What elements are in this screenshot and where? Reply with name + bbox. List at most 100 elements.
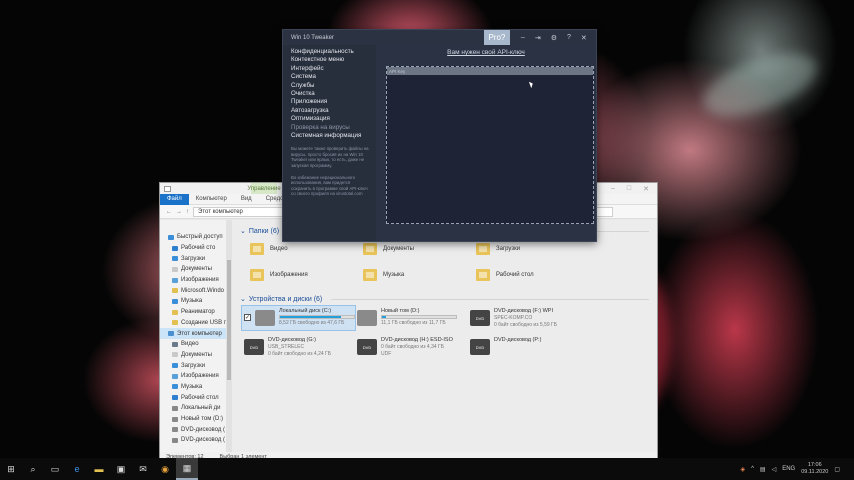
nav-item-label: Изображения: [181, 277, 219, 284]
drive-item[interactable]: ✓ Локальный диск (C:) 8,52 ГБ свободно из …: [241, 305, 356, 331]
nav-item-label: Документы: [181, 351, 212, 358]
nav-item[interactable]: Документы: [160, 264, 226, 275]
win10-tweaker-window: Win 10 Tweaker Pro? – ⇥ ⚙ ? ✕ Конфиденци…: [282, 29, 597, 242]
close-icon[interactable]: ✕: [643, 185, 649, 193]
smoke-swirl: [695, 40, 825, 130]
api-key-input[interactable]: API Key: [387, 67, 593, 75]
nav-item[interactable]: Загрузки: [160, 360, 226, 371]
folder-icon: [363, 243, 377, 255]
nav-item[interactable]: DVD-дисковод (: [160, 424, 226, 435]
edge-browser-icon[interactable]: e: [66, 458, 88, 480]
nav-item[interactable]: Рабочий сто: [160, 243, 226, 254]
search-icon[interactable]: ⌕: [22, 458, 44, 480]
up-arrow-icon[interactable]: ↑: [186, 209, 189, 215]
forward-arrow-icon[interactable]: →: [176, 209, 182, 215]
tweaker-menu-item[interactable]: Интерфейс: [291, 65, 376, 73]
folder-item[interactable]: Документы: [363, 240, 476, 258]
folder-item[interactable]: Загрузки: [476, 240, 589, 258]
tweaker-menu-item[interactable]: Приложения: [291, 98, 376, 106]
virus-check-note: Вы можете также проверить файлы на вирус…: [291, 146, 369, 169]
drive-free-space: USB_STRELEC: [268, 344, 305, 350]
drive-item[interactable]: Новый том (D:) 11,1 ГБ свободно из 11,7 Г…: [355, 306, 468, 330]
nav-item[interactable]: Рабочий стол: [160, 392, 226, 403]
pro-button[interactable]: Pro?: [483, 30, 510, 45]
notifications-icon[interactable]: ▢: [834, 466, 840, 473]
maximize-icon[interactable]: □: [627, 185, 631, 193]
drive-item[interactable]: DVD DVD-дисковод (P:): [468, 335, 581, 359]
nav-item[interactable]: DVD-дисковод (: [160, 435, 226, 446]
drive-item[interactable]: DVD DVD-дисковод (F:) WPI SPEC-KOMP.CO 0 ба…: [468, 306, 581, 330]
tweaker-menu-item[interactable]: Системная информация: [291, 132, 376, 140]
ribbon-tab-computer[interactable]: Компьютер: [189, 196, 234, 202]
folder-item[interactable]: Изображения: [250, 266, 363, 284]
drive-free-space: 0 байт свободно из 4,34 ГБ: [381, 344, 445, 350]
store-icon[interactable]: ▣: [110, 458, 132, 480]
settings-gear-icon[interactable]: ⚙: [551, 34, 557, 42]
back-arrow-icon[interactable]: ←: [166, 209, 172, 215]
nav-item-icon: [172, 256, 178, 262]
tweaker-taskbar-icon[interactable]: ▦: [176, 458, 198, 480]
nav-item[interactable]: Изображения: [160, 371, 226, 382]
close-icon[interactable]: ✕: [581, 34, 587, 42]
nav-item[interactable]: Загрузки: [160, 253, 226, 264]
network-icon[interactable]: ▤: [760, 466, 766, 473]
tweaker-menu-item[interactable]: Автозагрузка: [291, 107, 376, 115]
tweaker-menu-item[interactable]: Проверка на вирусы: [291, 124, 376, 132]
drive-item[interactable]: DVD DVD-дисковод (G:) USB_STRELEC 0 байт св…: [242, 335, 355, 359]
ribbon-tab-file[interactable]: Файл: [160, 193, 189, 205]
tweaker-menu-item[interactable]: Очистка: [291, 90, 376, 98]
nav-item[interactable]: Microsoft.Windo: [160, 285, 226, 296]
api-drop-area[interactable]: API Key: [386, 66, 594, 224]
navigation-pane: Быстрый доступ Рабочий сто Загрузки Докумен…: [160, 220, 226, 452]
minimize-icon[interactable]: –: [611, 185, 615, 193]
taskbar: ⊞ ⌕ ▭ e ▬ ▣ ✉ ◉ ▦ ◈ ^ ▤ ◁ ENG 17:06 09.1…: [0, 458, 854, 480]
tweaker-menu-item[interactable]: Службы: [291, 82, 376, 90]
nav-item[interactable]: Документы: [160, 350, 226, 361]
language-indicator[interactable]: ENG: [782, 466, 795, 472]
tray-app-icon[interactable]: ◈: [740, 466, 745, 473]
task-view-icon[interactable]: ▭: [44, 458, 66, 480]
tweaker-title: Win 10 Tweaker: [291, 34, 334, 41]
nav-item[interactable]: Быстрый доступ: [160, 232, 226, 243]
drive-name: DVD-дисковод (G:): [268, 337, 317, 343]
tweaker-menu-item[interactable]: Контекстное меню: [291, 56, 376, 64]
nav-item-label: Microsoft.Windo: [181, 287, 225, 294]
drives-group-header[interactable]: ⌄ Устройства и диски (6): [240, 294, 649, 304]
folder-item[interactable]: Музыка: [363, 266, 476, 284]
folder-item[interactable]: Рабочий стол: [476, 266, 589, 284]
mail-icon[interactable]: ✉: [132, 458, 154, 480]
help-icon[interactable]: ?: [567, 34, 571, 42]
folder-item[interactable]: Видео: [250, 240, 363, 258]
ribbon-manage-tab[interactable]: Управление: [247, 183, 281, 194]
nav-item[interactable]: Музыка: [160, 296, 226, 307]
nav-item[interactable]: Новый том (D:): [160, 414, 226, 425]
nav-item[interactable]: Создание USB п: [160, 318, 226, 329]
nav-item[interactable]: Этот компьютер: [160, 328, 226, 339]
content-pane: ⌄ Папки (6) Видео Документы Загрузки Изобра…: [232, 220, 657, 452]
tweaker-menu-item[interactable]: Оптимизация: [291, 115, 376, 123]
collapse-icon[interactable]: ⇥: [535, 34, 541, 42]
quick-access-toolbar-icon[interactable]: [164, 185, 171, 192]
clock[interactable]: 17:06 09.11.2020: [801, 462, 828, 476]
folder-icon: [476, 243, 490, 255]
tray-chevron-icon[interactable]: ^: [751, 466, 754, 472]
drive-item[interactable]: DVD DVD-дисковод (H:) ESD-ISO 0 байт свобо…: [355, 335, 468, 359]
volume-icon[interactable]: ◁: [772, 466, 777, 473]
nav-item[interactable]: Реаниматор: [160, 307, 226, 318]
nav-item[interactable]: Изображения: [160, 275, 226, 286]
selection-checkbox[interactable]: ✓: [244, 314, 251, 321]
tweaker-menu-item[interactable]: Система: [291, 73, 376, 81]
nav-item[interactable]: Музыка: [160, 382, 226, 393]
ribbon-tab-view[interactable]: Вид: [234, 196, 259, 202]
windows-start-icon[interactable]: ⊞: [0, 458, 22, 480]
tweaker-menu-item[interactable]: Конфиденциальность: [291, 48, 376, 56]
scrollbar-thumb[interactable]: [227, 260, 231, 380]
minimize-icon[interactable]: –: [521, 34, 525, 42]
nav-item[interactable]: Видео: [160, 339, 226, 350]
nav-item[interactable]: Локальный ди: [160, 403, 226, 414]
chrome-icon[interactable]: ◉: [154, 458, 176, 480]
file-explorer-icon[interactable]: ▬: [88, 458, 110, 480]
api-key-link[interactable]: Вам нужен свой API-ключ: [376, 49, 596, 56]
drive-free-space: 8,52 ГБ свободно из 47,6 ГБ: [279, 320, 345, 326]
mouse-cursor-icon: [528, 80, 535, 89]
